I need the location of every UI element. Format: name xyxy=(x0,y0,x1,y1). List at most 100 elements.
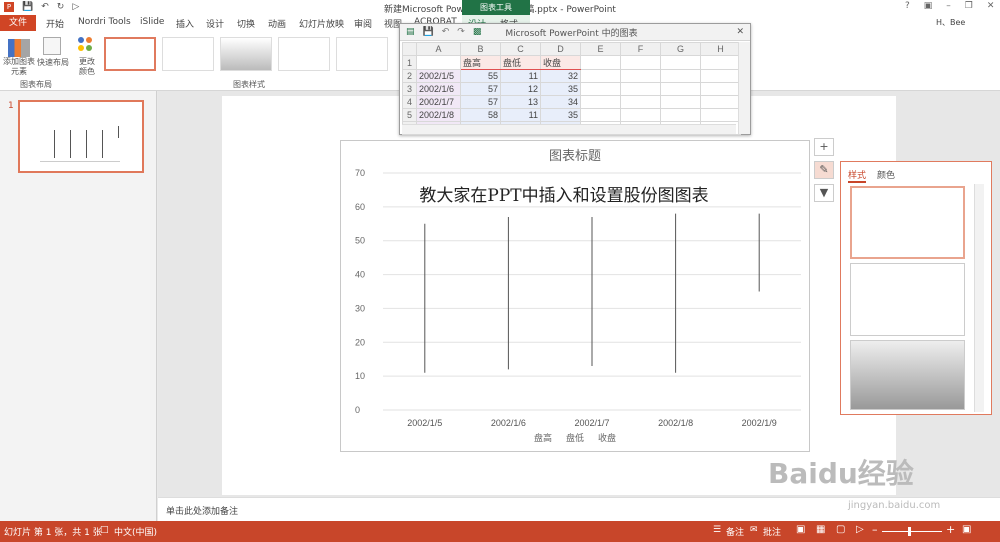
datasheet-grid[interactable]: A B C D E F G H 1 盘高 盘低 收盘 2 2002/1/5 55 11 32 3 2002/1/6 5… xyxy=(402,42,741,135)
grid-cell[interactable] xyxy=(660,69,701,83)
grid-cell[interactable]: 12 xyxy=(500,82,541,96)
style-option-1[interactable] xyxy=(850,186,965,259)
grid-cell[interactable]: 2002/1/6 xyxy=(416,82,461,96)
grid-cell[interactable] xyxy=(580,95,621,109)
zoom-slider-thumb[interactable] xyxy=(908,527,911,536)
row-header[interactable]: 3 xyxy=(402,82,417,96)
slide-thumbnail[interactable] xyxy=(18,100,144,173)
style-option-3[interactable] xyxy=(850,340,965,410)
grid-cell[interactable] xyxy=(700,69,741,83)
zoom-out-icon[interactable]: – xyxy=(872,523,878,536)
stock-chart-plot[interactable]: 0 10 20 30 40 50 60 70 2002/1/5 2002/1/6 2002/1/7 2… xyxy=(341,141,809,451)
column-header[interactable]: D xyxy=(540,42,581,56)
row-header[interactable]: 4 xyxy=(402,95,417,109)
grid-cell[interactable]: 盘低 xyxy=(500,55,541,70)
column-header[interactable]: E xyxy=(580,42,621,56)
tab-8[interactable]: 审阅 xyxy=(354,17,372,30)
grid-cell[interactable] xyxy=(700,108,741,122)
tab-0[interactable]: 开始 xyxy=(46,17,64,30)
slide-sorter-icon[interactable]: ▦ xyxy=(816,524,825,535)
datasheet-undo-icon[interactable]: ↶ xyxy=(442,27,450,37)
grid-cell[interactable] xyxy=(580,55,621,70)
grid-cell[interactable] xyxy=(620,108,661,122)
chart-styles-brush-icon[interactable]: ✎ xyxy=(814,161,834,179)
grid-cell[interactable] xyxy=(700,82,741,96)
tab-6[interactable]: 动画 xyxy=(268,17,286,30)
chart-object[interactable]: 图表标题 教大家在PPT中插入和设置股份图图表 0 10 20 30 40 50 60 70 2… xyxy=(340,140,810,452)
grid-cell[interactable] xyxy=(660,82,701,96)
tab-color[interactable]: 颜色 xyxy=(877,168,895,181)
grid-cell[interactable] xyxy=(700,95,741,109)
grid-cell[interactable]: 35 xyxy=(540,108,581,122)
grid-cell[interactable] xyxy=(580,82,621,96)
minimize-icon[interactable]: – xyxy=(946,1,951,11)
comments-icon[interactable]: ✉ xyxy=(750,525,758,535)
grid-cell[interactable]: 11 xyxy=(500,69,541,83)
column-header[interactable]: A xyxy=(416,42,461,56)
row-header[interactable]: 2 xyxy=(402,69,417,83)
style-flyout-scrollbar[interactable] xyxy=(974,184,984,412)
grid-cell[interactable] xyxy=(620,69,661,83)
tab-1[interactable]: Nordri Tools xyxy=(78,17,131,27)
restore-icon[interactable]: ❐ xyxy=(965,1,973,11)
zoom-slider[interactable] xyxy=(882,531,942,532)
style-option-2[interactable] xyxy=(850,263,965,336)
grid-cell[interactable] xyxy=(580,108,621,122)
grid-cell[interactable]: 收盘 xyxy=(540,55,581,70)
row-header[interactable]: 5 xyxy=(402,108,417,122)
grid-cell[interactable]: 57 xyxy=(460,95,501,109)
grid-cell[interactable]: 55 xyxy=(460,69,501,83)
grid-cell[interactable] xyxy=(660,95,701,109)
grid-cell[interactable]: 2002/1/8 xyxy=(416,108,461,122)
tab-5[interactable]: 切换 xyxy=(237,17,255,30)
grid-cell[interactable]: 35 xyxy=(540,82,581,96)
zoom-in-icon[interactable]: + xyxy=(946,523,955,536)
column-header[interactable]: F xyxy=(620,42,661,56)
tab-3[interactable]: 插入 xyxy=(176,17,194,30)
grid-cell[interactable]: 57 xyxy=(460,82,501,96)
chart-style-2[interactable] xyxy=(162,37,214,71)
column-header[interactable]: H xyxy=(700,42,741,56)
tab-7[interactable]: 幻灯片放映 xyxy=(299,17,344,30)
user-name[interactable]: H、Bee xyxy=(936,17,965,28)
normal-view-icon[interactable]: ▣ xyxy=(796,524,805,535)
datasheet-redo-icon[interactable]: ↷ xyxy=(457,27,465,37)
grid-cell[interactable] xyxy=(620,55,661,70)
grid-corner[interactable] xyxy=(402,42,417,56)
grid-cell[interactable] xyxy=(620,82,661,96)
grid-cell[interactable]: 32 xyxy=(540,69,581,83)
edit-in-excel-icon[interactable]: ▩ xyxy=(473,27,482,37)
fit-slide-icon[interactable]: ▣ xyxy=(962,524,971,535)
column-header[interactable]: B xyxy=(460,42,501,56)
tab-style[interactable]: 样式 xyxy=(848,168,867,183)
change-colors-button[interactable]: 更改 颜色 xyxy=(72,57,102,77)
grid-cell[interactable]: 34 xyxy=(540,95,581,109)
datasheet-vscroll[interactable] xyxy=(738,42,750,134)
reading-view-icon[interactable]: ▢ xyxy=(836,524,845,535)
grid-cell[interactable] xyxy=(660,108,701,122)
grid-cell[interactable]: 2002/1/7 xyxy=(416,95,461,109)
chart-style-1[interactable] xyxy=(104,37,156,71)
spellcheck-icon[interactable]: □ xyxy=(100,525,109,535)
datasheet-hscroll[interactable] xyxy=(402,124,736,134)
grid-cell[interactable] xyxy=(660,55,701,70)
grid-cell[interactable] xyxy=(580,69,621,83)
chart-filter-icon[interactable]: ▼ xyxy=(814,184,834,202)
grid-cell[interactable] xyxy=(620,95,661,109)
chart-style-4[interactable] xyxy=(278,37,330,71)
tab-4[interactable]: 设计 xyxy=(206,17,224,30)
close-icon[interactable]: ✕ xyxy=(987,1,995,11)
notes-toggle-icon[interactable]: ☰ xyxy=(713,525,721,535)
datasheet-close-icon[interactable]: ✕ xyxy=(736,27,744,37)
tab-2[interactable]: iSlide xyxy=(140,17,164,27)
add-chart-element-button[interactable]: 添加图表 元素 xyxy=(0,57,38,77)
notes-toggle[interactable]: 备注 xyxy=(726,525,744,538)
grid-cell[interactable]: 11 xyxy=(500,108,541,122)
grid-cell[interactable]: 2002/1/5 xyxy=(416,69,461,83)
slideshow-icon[interactable]: ▷ xyxy=(856,524,864,535)
chart-elements-plus-icon[interactable]: + xyxy=(814,138,834,156)
grid-cell[interactable] xyxy=(700,55,741,70)
grid-cell[interactable] xyxy=(416,55,461,70)
column-header[interactable]: G xyxy=(660,42,701,56)
grid-cell[interactable]: 58 xyxy=(460,108,501,122)
